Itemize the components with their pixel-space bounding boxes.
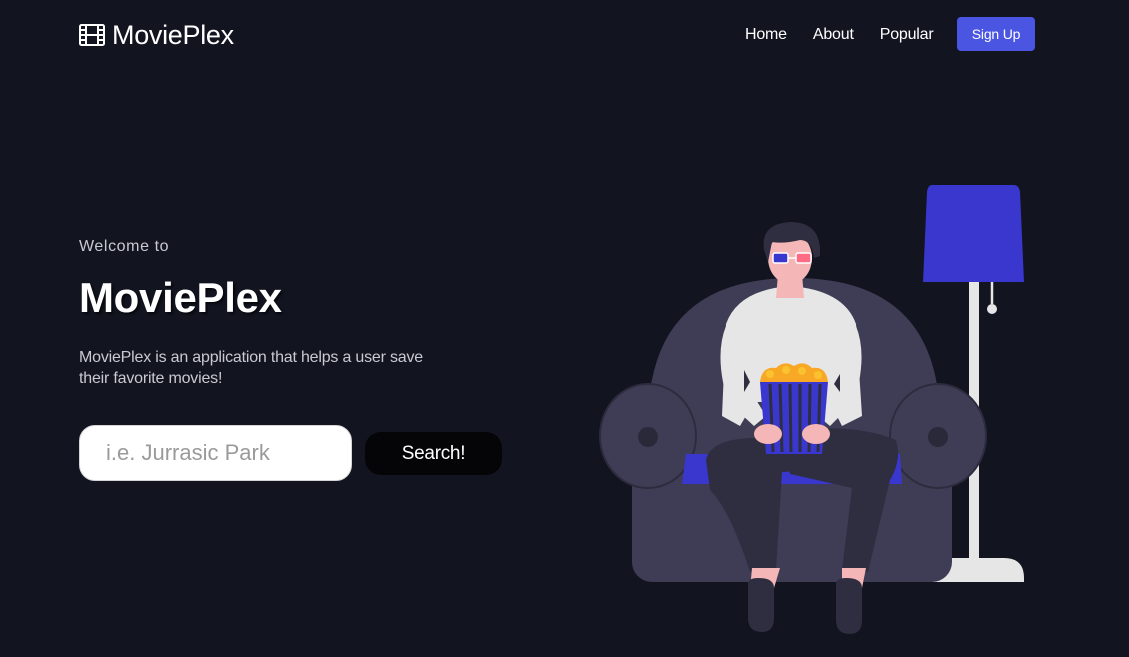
- nav-link-home[interactable]: Home: [745, 26, 787, 44]
- navbar: MoviePlex Home About Popular Sign Up: [0, 0, 1129, 70]
- hero-title: MoviePlex: [79, 274, 282, 321]
- search-button[interactable]: Search!: [365, 432, 502, 475]
- hero-section: Welcome to MoviePlex MoviePlex is an app…: [79, 236, 519, 389]
- hero-description: MoviePlex is an application that helps a…: [79, 349, 423, 387]
- brand-name: MoviePlex: [112, 20, 234, 50]
- brand-logo[interactable]: MoviePlex: [79, 19, 234, 51]
- hero-illustration: [590, 170, 1040, 640]
- sign-up-button[interactable]: Sign Up: [957, 17, 1035, 51]
- nav-link-popular[interactable]: Popular: [880, 26, 934, 44]
- nav-link-about[interactable]: About: [813, 26, 854, 44]
- film-icon: [79, 24, 105, 46]
- person-on-armchair-illustration: [599, 185, 1024, 634]
- welcome-text: Welcome to: [79, 238, 170, 255]
- search-input[interactable]: [79, 425, 352, 481]
- nav-links: Home About Popular: [745, 18, 934, 52]
